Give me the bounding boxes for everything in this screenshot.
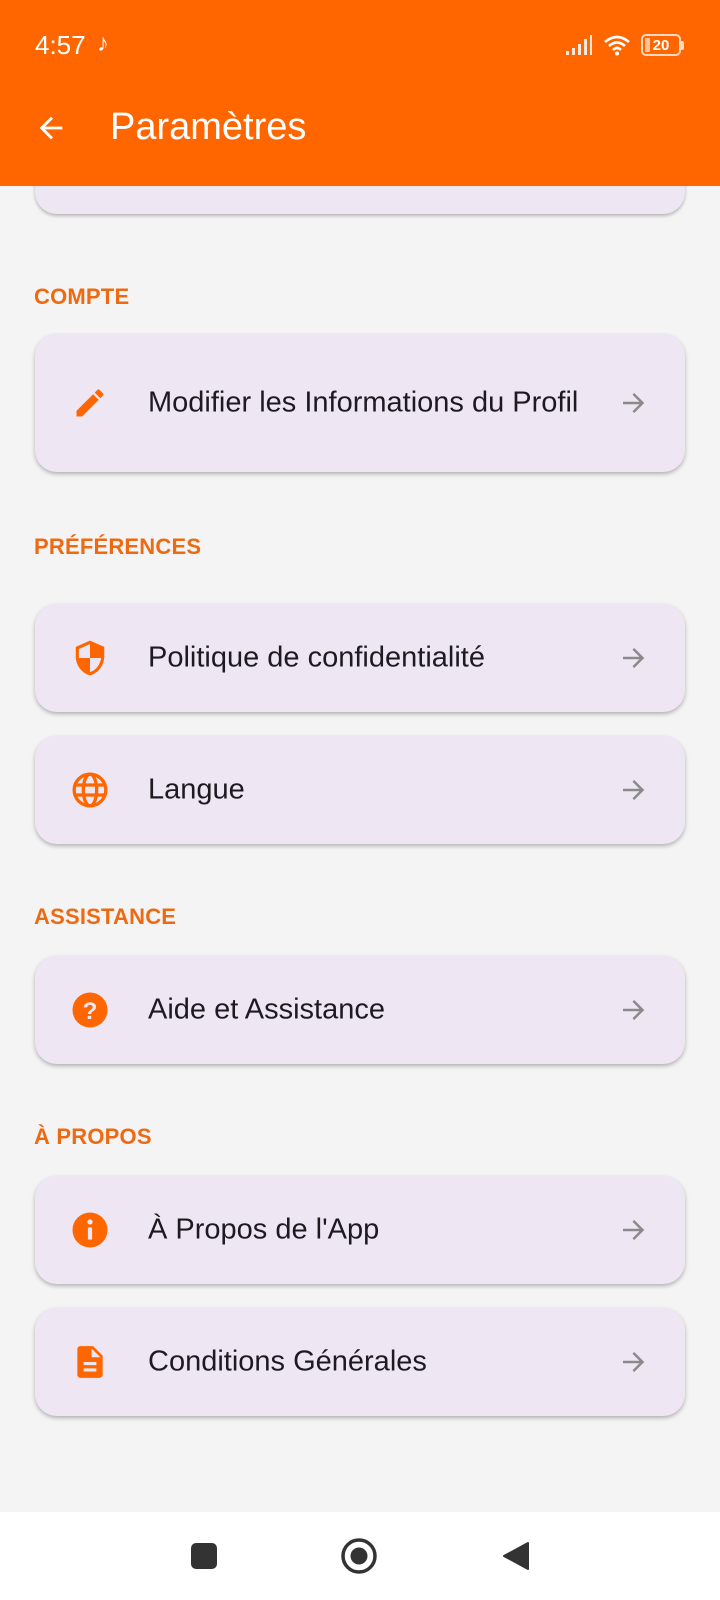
settings-list[interactable]: COMPTE Modifier les Informations du Prof… [0,186,720,1512]
help-circle-icon: ? [69,989,111,1031]
system-nav-bar [0,1512,720,1600]
section-title-compte: COMPTE [34,284,130,309]
terms-label: Conditions Générales [148,1345,427,1378]
triangle-back-icon [503,1542,529,1570]
edit-profile-label: Modifier les Informations du Profil [148,386,579,419]
recents-button[interactable] [184,1536,224,1576]
privacy-policy-item[interactable]: Politique de confidentialité [35,604,685,712]
arrow-right-icon [617,642,649,674]
about-app-label: À Propos de l'App [148,1213,380,1246]
arrow-right-icon [617,774,649,806]
terms-item[interactable]: Conditions Générales [35,1308,685,1416]
circle-icon [341,1538,377,1574]
battery-icon: 20 [641,34,684,56]
nav-back-button[interactable] [496,1536,536,1576]
arrow-right-icon [617,994,649,1026]
about-app-item[interactable]: À Propos de l'App [35,1176,685,1284]
square-icon [191,1543,217,1569]
music-note-icon: ♪ [97,30,109,57]
privacy-policy-label: Politique de confidentialité [148,641,485,674]
language-item[interactable]: Langue [35,736,685,844]
svg-text:?: ? [83,998,98,1025]
home-button[interactable] [339,1536,379,1576]
signal-icon [566,35,592,55]
document-icon [69,1341,111,1383]
battery-level: 20 [652,36,670,54]
arrow-right-icon [617,1214,649,1246]
status-time: 4:57 [35,30,86,60]
edit-profile-item[interactable]: Modifier les Informations du Profil [35,334,685,472]
arrow-right-icon [617,387,649,419]
partial-card[interactable] [35,186,685,214]
section-title-assistance: ASSISTANCE [34,904,177,929]
help-support-label: Aide et Assistance [148,993,385,1026]
status-icons: 20 [565,30,684,60]
page-title: Paramètres [110,106,307,148]
language-label: Langue [148,773,245,806]
wifi-icon [604,35,630,56]
info-circle-icon [69,1209,111,1251]
section-title-about: À PROPOS [34,1124,152,1149]
arrow-right-icon [617,1346,649,1378]
help-support-item[interactable]: ? Aide et Assistance [35,956,685,1064]
back-button[interactable] [26,103,76,153]
pencil-icon [69,382,111,424]
shield-icon [69,637,111,679]
section-title-preferences: PRÉFÉRENCES [34,534,202,559]
globe-icon [69,769,111,811]
app-bar: 4:57 ♪ 20 Paramètres [0,0,720,186]
arrow-left-icon [39,116,63,140]
